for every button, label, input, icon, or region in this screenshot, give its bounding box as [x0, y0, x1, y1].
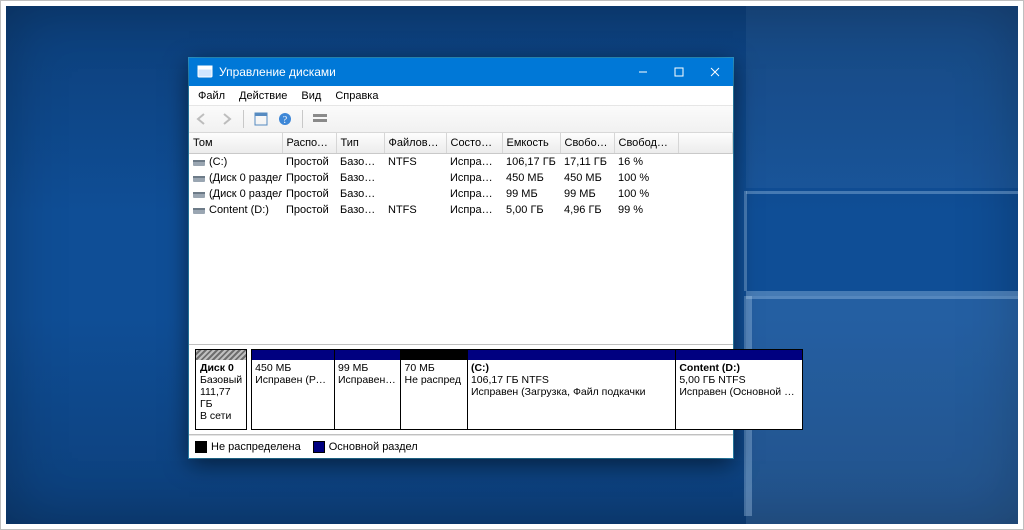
table-row[interactable]: (Диск 0 раздел 2)ПростойБазовыйИсправен.… [189, 186, 733, 202]
nav-back-button[interactable] [193, 110, 211, 128]
help-button[interactable]: ? [276, 110, 294, 128]
svg-text:?: ? [283, 115, 288, 126]
menu-action[interactable]: Действие [232, 88, 294, 104]
app-icon [197, 65, 213, 79]
partition[interactable]: (C:)106,17 ГБ NTFSИсправен (Загрузка, Фа… [467, 349, 676, 430]
col-layout[interactable]: Располо... [282, 133, 336, 154]
desktop-wallpaper: Управление дисками Файл Действие Вид Спр… [6, 6, 1018, 524]
disk-partitions: 450 МБИсправен (Раздел99 МБИсправен (Ш70… [251, 349, 797, 430]
table-row[interactable]: (Диск 0 раздел 1)ПростойБазовыйИсправен.… [189, 170, 733, 186]
titlebar[interactable]: Управление дисками [189, 58, 733, 86]
menu-file[interactable]: Файл [191, 88, 232, 104]
close-button[interactable] [697, 58, 733, 86]
col-freepct[interactable]: Свободно % [614, 133, 678, 154]
partition[interactable]: 99 МБИсправен (Ш [334, 349, 401, 430]
col-type[interactable]: Тип [336, 133, 384, 154]
menu-help[interactable]: Справка [328, 88, 385, 104]
col-fs[interactable]: Файловая с... [384, 133, 446, 154]
maximize-button[interactable] [661, 58, 697, 86]
legend-primary: Основной раздел [313, 441, 418, 453]
col-status[interactable]: Состояние [446, 133, 502, 154]
list-view-button[interactable] [311, 110, 329, 128]
disk-stripe [196, 350, 246, 360]
swatch-primary [313, 441, 325, 453]
disk-size: 111,77 ГБ [200, 386, 242, 410]
col-capacity[interactable]: Емкость [502, 133, 560, 154]
disk-type: Базовый [200, 374, 242, 386]
legend-unallocated: Не распределена [195, 441, 301, 453]
disk-graphical-view[interactable]: Диск 0 Базовый 111,77 ГБ В сети 450 МБИс… [189, 345, 733, 435]
disk-status: В сети [200, 410, 242, 422]
table-row[interactable]: (C:)ПростойБазовыйNTFSИсправен...106,17 … [189, 154, 733, 171]
drive-icon [193, 205, 205, 215]
drive-icon [193, 189, 205, 199]
window-title: Управление дисками [219, 65, 336, 79]
disk-management-window: Управление дисками Файл Действие Вид Спр… [189, 58, 733, 458]
disk-meta[interactable]: Диск 0 Базовый 111,77 ГБ В сети [195, 349, 247, 430]
disk-name: Диск 0 [200, 362, 242, 374]
partition[interactable]: Content (D:)5,00 ГБ NTFSИсправен (Основн… [675, 349, 803, 430]
col-free[interactable]: Свободн... [560, 133, 614, 154]
drive-icon [193, 157, 205, 167]
legend: Не распределена Основной раздел [189, 435, 733, 458]
table-row[interactable]: Content (D:)ПростойБазовыйNTFSИсправен..… [189, 202, 733, 218]
nav-forward-button[interactable] [217, 110, 235, 128]
partition[interactable]: 70 МБНе распред [400, 349, 467, 430]
toolbar-separator [302, 110, 303, 128]
partition[interactable]: 450 МБИсправен (Раздел [251, 349, 335, 430]
col-volume[interactable]: Том [189, 133, 282, 154]
menu-bar: Файл Действие Вид Справка [189, 86, 733, 106]
menu-view[interactable]: Вид [294, 88, 328, 104]
toolbar: ? [189, 106, 733, 133]
minimize-button[interactable] [625, 58, 661, 86]
drive-icon [193, 173, 205, 183]
volume-list[interactable]: Том Располо... Тип Файловая с... Состоян… [189, 133, 733, 345]
column-headers[interactable]: Том Располо... Тип Файловая с... Состоян… [189, 133, 733, 154]
swatch-unallocated [195, 441, 207, 453]
refresh-button[interactable] [252, 110, 270, 128]
toolbar-separator [243, 110, 244, 128]
